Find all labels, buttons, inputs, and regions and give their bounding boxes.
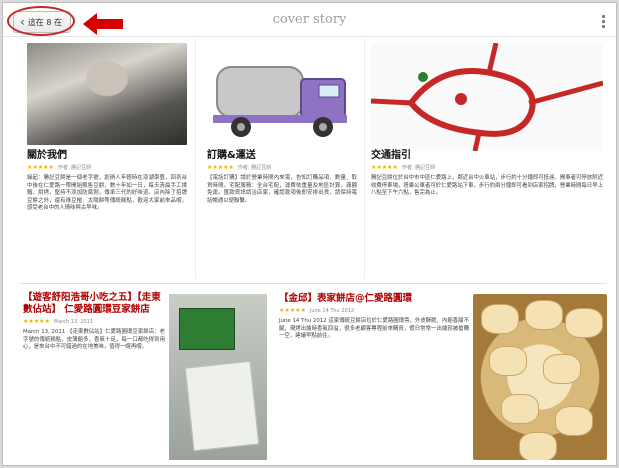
card-title: 關於我們 bbox=[27, 150, 67, 161]
rating-stars-icon: ★★★★★ bbox=[279, 307, 306, 314]
card-body: 緣起：勝記豆餅是一個老字號，創辦人年輕時在澎湖學藝，回到台中後在仁愛路一帶開始販… bbox=[27, 175, 187, 212]
card-meta-text: June 14 Thu 2012 bbox=[309, 307, 355, 314]
card-photo bbox=[169, 294, 267, 460]
card-title: 【金邱】表家餅店@仁愛路圓環 bbox=[279, 293, 413, 304]
card-title: 【遊客舒阳浩哥小吃之五】【走東數佔站】 仁愛路圓環豆家餅店 bbox=[23, 292, 161, 315]
rating-stars-icon: ★★★★★ bbox=[23, 318, 50, 325]
paper-image bbox=[184, 360, 260, 452]
rating-stars-icon: ★★★★★ bbox=[207, 164, 234, 171]
card-body: 勝記豆餅位於台中市中區仁愛路上，鄰近台中火車站，步行約十分鐘即可抵達。開車者可停… bbox=[371, 175, 603, 197]
card-photo bbox=[27, 43, 187, 145]
rating-stars-icon: ★★★★★ bbox=[371, 164, 398, 171]
card-body: March 13, 2011 【走東數佔站】仁愛路圓環豆家餅店：老字號的傳統糕點… bbox=[23, 329, 165, 351]
card-meta: ★★★★★ June 14 Thu 2012 bbox=[279, 307, 469, 314]
card-body: June 14 Thu 2012 這家傳統豆餅店位於仁愛路圓環旁，外皮酥脆、內餡… bbox=[279, 318, 469, 340]
card-about[interactable]: 關於我們 ★★★★★ 作者: 勝記豆餅 緣起：勝記豆餅是一個老字號，創辦人年輕時… bbox=[19, 39, 191, 279]
card-photo bbox=[473, 294, 607, 460]
card-order[interactable]: 訂購&運送 ★★★★★ 作者: 勝記豆餅 【電話訂購】請於營業時間內來電，告知訂… bbox=[201, 39, 361, 279]
card-blog-post-1[interactable]: 【遊客舒阳浩哥小吃之五】【走東數佔站】 仁愛路圓環豆家餅店 ★★★★★ Marc… bbox=[19, 288, 269, 465]
menu-icon[interactable] bbox=[602, 15, 606, 28]
notebook-image bbox=[179, 308, 235, 350]
truck-icon bbox=[213, 66, 347, 137]
card-meta: ★★★★★ 作者: 勝記豆餅 bbox=[207, 164, 357, 171]
card-title: 訂購&運送 bbox=[207, 150, 256, 161]
page-frame: ‹ 這在 8 在 cover story 關於我們 ★★★★★ 作者: 勝記豆餅… bbox=[2, 2, 617, 466]
divider bbox=[364, 39, 365, 279]
card-meta: ★★★★★ March 13, 2011 bbox=[23, 318, 165, 325]
card-meta-text: 作者: 勝記豆餅 bbox=[401, 165, 436, 171]
card-meta-text: March 13, 2011 bbox=[53, 318, 94, 325]
rating-stars-icon: ★★★★★ bbox=[27, 164, 54, 171]
card-meta: ★★★★★ 作者: 勝記豆餅 bbox=[27, 164, 187, 171]
card-meta: ★★★★★ 作者: 勝記豆餅 bbox=[371, 164, 603, 171]
divider bbox=[195, 39, 196, 279]
top-bar: ‹ 這在 8 在 cover story bbox=[3, 3, 616, 37]
page-title: cover story bbox=[272, 12, 347, 27]
divider bbox=[19, 283, 607, 284]
card-meta-text: 作者: 勝記豆餅 bbox=[57, 165, 92, 171]
card-title: 交通指引 bbox=[371, 150, 411, 161]
card-blog-post-2[interactable]: 【金邱】表家餅店@仁愛路圓環 ★★★★★ June 14 Thu 2012 Ju… bbox=[275, 288, 609, 465]
card-body: 【電話訂購】請於營業時間內來電，告知訂購品項、數量、取貨時間。宅配服務：全台宅配… bbox=[207, 175, 357, 204]
card-directions[interactable]: 交通指引 ★★★★★ 作者: 勝記豆餅 勝記豆餅位於台中市中區仁愛路上，鄰近台中… bbox=[367, 39, 607, 279]
map-image bbox=[371, 43, 603, 151]
card-meta-text: 作者: 勝記豆餅 bbox=[237, 165, 272, 171]
